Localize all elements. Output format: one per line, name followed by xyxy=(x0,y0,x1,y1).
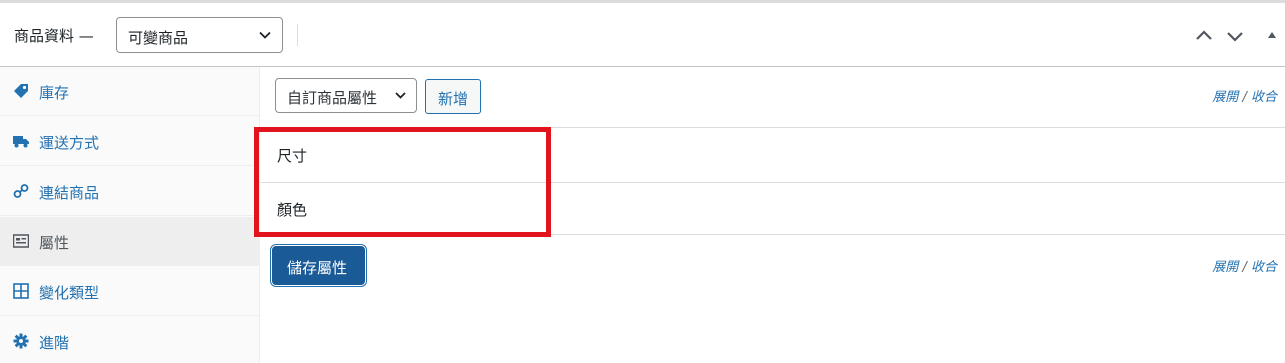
collapse-all-link[interactable]: 收合 xyxy=(1251,260,1277,275)
chevron-down-icon xyxy=(395,92,406,99)
save-attributes-label: 儲存屬性 xyxy=(287,259,348,277)
add-attribute-button[interactable]: 新增 xyxy=(425,79,481,114)
move-down-icon[interactable] xyxy=(1225,26,1245,46)
gear-icon xyxy=(13,333,29,349)
expand-collapse-top: 展開 / 收合 xyxy=(1212,86,1277,105)
expand-all-link[interactable]: 展開 xyxy=(1212,260,1238,275)
chevron-down-icon xyxy=(259,31,271,39)
tab-label: 進階 xyxy=(39,334,70,352)
tab-linked-products[interactable]: 連結商品 xyxy=(0,167,259,216)
tab-label: 變化類型 xyxy=(39,284,100,302)
annotation-highlight-box xyxy=(254,127,551,237)
move-up-icon[interactable] xyxy=(1194,26,1214,46)
header-divider xyxy=(297,24,298,46)
save-attributes-button[interactable]: 儲存屬性 xyxy=(272,246,365,285)
tab-label: 屬性 xyxy=(39,234,70,252)
expand-separator: / xyxy=(1242,90,1247,105)
product-type-select[interactable]: 可變商品 xyxy=(116,17,283,53)
collapse-all-link[interactable]: 收合 xyxy=(1251,90,1277,105)
expand-separator: / xyxy=(1242,260,1247,275)
collapse-toggle-icon[interactable] xyxy=(1265,28,1279,42)
tab-label: 連結商品 xyxy=(39,184,100,202)
tab-label: 庫存 xyxy=(39,84,70,102)
tab-variations[interactable]: 變化類型 xyxy=(0,267,259,316)
product-data-tabs: 庫存 運送方式 連結商品 屬性 變化類型 進階 xyxy=(0,67,260,363)
attribute-taxonomy-select[interactable]: 自訂商品屬性 xyxy=(275,78,417,113)
tab-advanced[interactable]: 進階 xyxy=(0,317,259,363)
tag-icon xyxy=(14,84,28,98)
panel-header: 商品資料 — 可變商品 xyxy=(0,6,1285,67)
link-icon xyxy=(13,184,29,198)
attribute-select-value: 自訂商品屬性 xyxy=(287,89,378,107)
list-icon xyxy=(13,234,29,248)
expand-all-link[interactable]: 展開 xyxy=(1212,90,1238,105)
grid-icon xyxy=(13,283,29,299)
expand-collapse-bottom: 展開 / 收合 xyxy=(1212,256,1277,275)
tab-attributes[interactable]: 屬性 xyxy=(0,217,259,266)
add-attribute-label: 新增 xyxy=(438,90,469,108)
truck-icon xyxy=(13,136,29,148)
product-type-value: 可變商品 xyxy=(128,29,189,47)
panel-title: 商品資料 — xyxy=(14,27,94,45)
product-data-panel: 商品資料 — 可變商品 庫存 運送方式 連結商品 屬性 變化類型 進階 自訂商品… xyxy=(0,0,1285,363)
tab-shipping[interactable]: 運送方式 xyxy=(0,117,259,166)
tab-inventory[interactable]: 庫存 xyxy=(0,67,259,116)
tab-label: 運送方式 xyxy=(39,134,100,152)
